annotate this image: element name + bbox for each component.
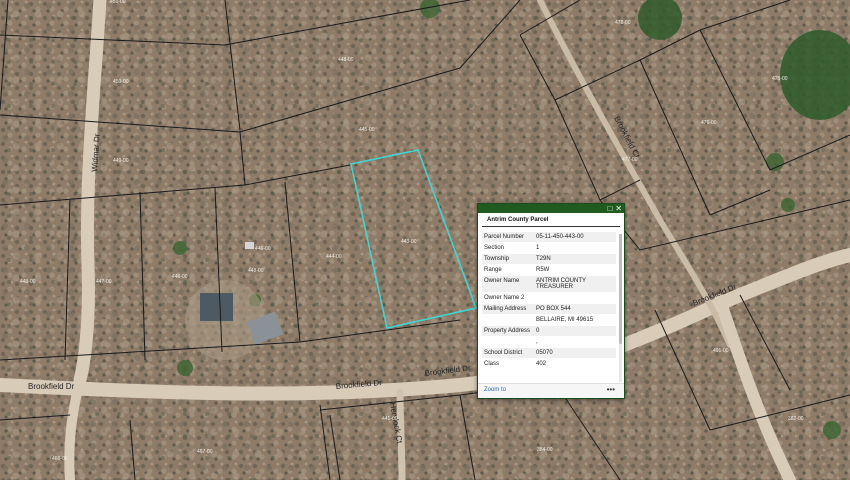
attribute-row: Owner Name ANTRIM COUNTY TREASURER	[482, 275, 616, 293]
parcel-label: 477-00	[622, 157, 638, 163]
zoom-to-link[interactable]: Zoom to	[484, 387, 506, 393]
attribute-row: School District 05070	[482, 347, 616, 359]
parcel-label: 441-00	[382, 416, 398, 422]
parcel-popup: □ ✕ Antrim County Parcel Parcel Number 05…	[477, 203, 625, 399]
attribute-label: Property Address	[482, 325, 534, 337]
shed	[245, 242, 254, 249]
parcel-label: 382-00	[788, 416, 804, 422]
road-label-brookfield-west: Brookfield Dr	[28, 382, 75, 391]
parcel-label: 384-00	[537, 447, 553, 453]
attribute-label	[482, 314, 534, 326]
attribute-row: Class 402	[482, 358, 616, 370]
popup-header: □ ✕	[478, 204, 624, 213]
parcel-label: 478-00	[615, 20, 631, 26]
popup-body[interactable]: Parcel Number 05-11-450-443-00 Section 1 Tow…	[482, 232, 616, 384]
parcel-label: 466-00	[52, 456, 68, 462]
more-options-icon[interactable]: •••	[607, 385, 615, 394]
attribute-label: Owner Name 2	[482, 292, 534, 304]
close-icon[interactable]: ✕	[615, 204, 622, 213]
parcel-label: 445-00	[359, 127, 375, 133]
parcel-label: 449-00	[20, 279, 36, 285]
attribute-value: R5W	[534, 264, 616, 276]
parcel-label: 467-00	[197, 449, 213, 455]
parcel-label: 443-00	[401, 239, 417, 245]
parcel-label: 446-00	[255, 246, 271, 252]
popup-scrollbar[interactable]	[619, 234, 622, 382]
parcel-label: 450-00	[113, 79, 129, 85]
attribute-value: ,	[534, 336, 616, 348]
popup-footer: Zoom to •••	[478, 383, 624, 398]
attribute-row: ,	[482, 336, 616, 348]
attribute-row: Property Address 0	[482, 325, 616, 337]
parcel-attributes-table: Parcel Number 05-11-450-443-00 Section 1 Tow…	[482, 232, 616, 370]
attribute-row: Mailing Address PO BOX 544	[482, 303, 616, 315]
attribute-row: Parcel Number 05-11-450-443-00	[482, 232, 616, 243]
attribute-label: Owner Name	[482, 275, 534, 293]
attribute-value: T29N	[534, 253, 616, 265]
attribute-value	[534, 292, 616, 304]
parcel-label: 446-00	[172, 274, 188, 280]
parcel-label: 444-00	[326, 254, 342, 260]
attribute-value: 05070	[534, 347, 616, 359]
attribute-row: Township T29N	[482, 253, 616, 265]
attribute-value: BELLAIRE, MI 49615	[534, 314, 616, 326]
aerial-map[interactable]: Widmar Dr Brookfield Dr Brookfield Dr Br…	[0, 0, 850, 480]
attribute-value: ANTRIM COUNTY TREASURER	[534, 275, 616, 293]
attribute-label: Section	[482, 242, 534, 254]
attribute-label: Mailing Address	[482, 303, 534, 315]
parcel-label: 491-00	[713, 348, 729, 354]
attribute-label	[482, 336, 534, 348]
house-roof	[200, 293, 233, 321]
attribute-value: 1	[534, 242, 616, 254]
attribute-value: 0	[534, 325, 616, 337]
map-view[interactable]: Widmar Dr Brookfield Dr Brookfield Dr Br…	[0, 0, 850, 480]
attribute-value: 05-11-450-443-00	[534, 232, 616, 243]
attribute-row: Section 1	[482, 242, 616, 254]
parcel-label: 451-00	[110, 0, 126, 5]
attribute-row: Owner Name 2	[482, 292, 616, 304]
attribute-label: Parcel Number	[482, 232, 534, 243]
maximize-icon[interactable]: □	[607, 204, 612, 213]
attribute-value: 402	[534, 358, 616, 370]
attribute-value: PO BOX 544	[534, 303, 616, 315]
attribute-label: Class	[482, 358, 534, 370]
parcel-label: 476-00	[701, 120, 717, 126]
parcel-label: 449-00	[113, 158, 129, 164]
attribute-row: BELLAIRE, MI 49615	[482, 314, 616, 326]
parcel-label: 447-00	[96, 279, 112, 285]
attribute-row: Range R5W	[482, 264, 616, 276]
popup-title: Antrim County Parcel	[482, 213, 620, 227]
attribute-label: Range	[482, 264, 534, 276]
attribute-label: Township	[482, 253, 534, 265]
parcel-label: 448-00	[338, 57, 354, 63]
attribute-label: School District	[482, 347, 534, 359]
parcel-label: 475-00	[772, 76, 788, 82]
scrollbar-thumb[interactable]	[619, 234, 622, 344]
parcel-label: 448-00	[248, 268, 264, 274]
